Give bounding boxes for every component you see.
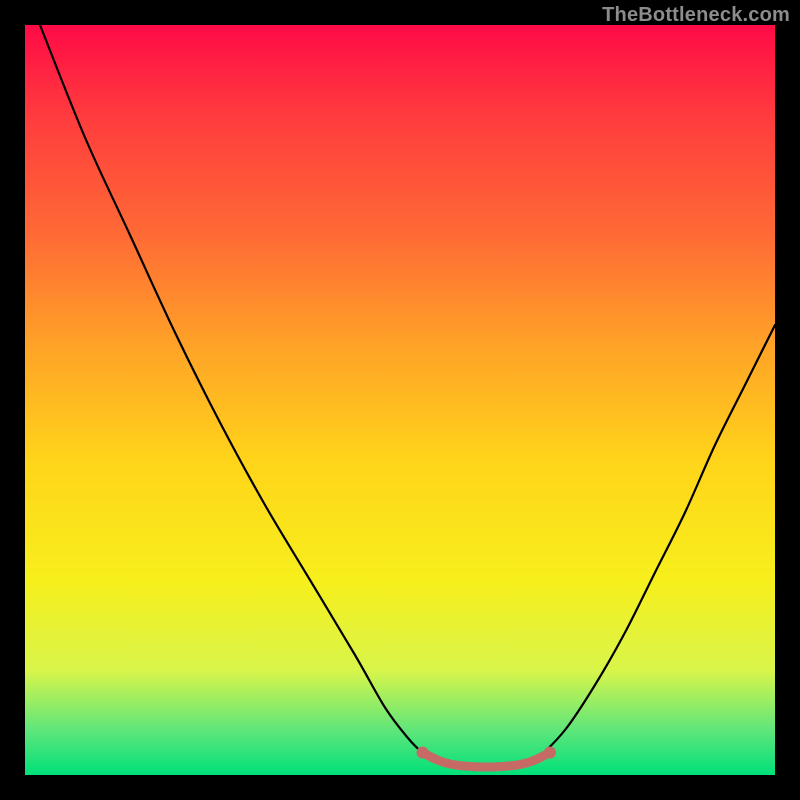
basin-end-marker [544, 747, 556, 759]
watermark-label: TheBottleneck.com [602, 4, 790, 27]
basin-highlight-stroke [423, 753, 551, 768]
chart-frame: TheBottleneck.com [0, 0, 800, 800]
chart-plot-area [25, 25, 775, 775]
basin-highlight-layer [25, 25, 775, 775]
basin-start-marker [417, 747, 429, 759]
